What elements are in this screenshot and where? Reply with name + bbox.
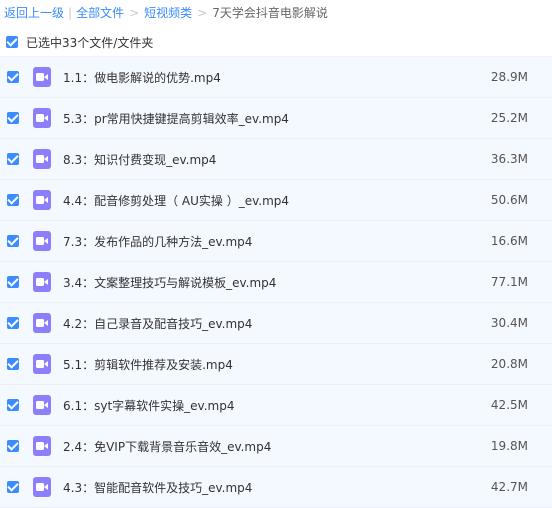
file-row[interactable]: 8.3：知识付费变现_ev.mp4 36.3M <box>0 139 552 180</box>
file-name[interactable]: 6.1：syt字幕软件实操_ev.mp4 <box>63 397 234 414</box>
selection-count-label: 已选中33个文件/文件夹 <box>26 35 154 50</box>
video-file-icon <box>33 231 51 251</box>
file-size: 16.6M <box>490 234 528 248</box>
file-row[interactable]: 5.3：pr常用快捷键提高剪辑效率_ev.mp4 25.2M <box>0 98 552 139</box>
file-size: 36.3M <box>490 152 528 166</box>
video-file-icon <box>33 354 51 374</box>
file-size: 42.7M <box>490 480 528 494</box>
file-size: 30.4M <box>490 316 528 330</box>
file-size: 25.2M <box>490 111 528 125</box>
file-size: 20.8M <box>490 357 528 371</box>
file-name[interactable]: 5.1：剪辑软件推荐及安装.mp4 <box>63 356 233 373</box>
file-name[interactable]: 2.4：免VIP下载背景音乐音效_ev.mp4 <box>63 438 271 455</box>
file-name[interactable]: 3.4：文案整理技巧与解说模板_ev.mp4 <box>63 274 276 291</box>
file-size: 19.8M <box>490 439 528 453</box>
file-size: 50.6M <box>490 193 528 207</box>
file-checkbox[interactable] <box>7 276 19 288</box>
file-row[interactable]: 4.3：智能配音软件及技巧_ev.mp4 42.7M <box>0 467 552 508</box>
file-checkbox[interactable] <box>7 235 19 247</box>
file-name[interactable]: 4.3：智能配音软件及技巧_ev.mp4 <box>63 479 252 496</box>
breadcrumb-current: 7天学会抖音电影解说 <box>212 6 328 20</box>
breadcrumb-divider: | <box>68 6 73 20</box>
file-row[interactable]: 4.2：自己录音及配音技巧_ev.mp4 30.4M <box>0 303 552 344</box>
file-size: 77.1M <box>490 275 528 289</box>
file-name[interactable]: 4.4：配音修剪处理（ AU实操 ）_ev.mp4 <box>63 192 289 209</box>
file-row[interactable]: 3.4：文案整理技巧与解说模板_ev.mp4 77.1M <box>0 262 552 303</box>
file-checkbox[interactable] <box>7 481 19 493</box>
file-list: 1.1：做电影解说的优势.mp4 28.9M 5.3：pr常用快捷键提高剪辑效率_e… <box>0 56 552 508</box>
file-name[interactable]: 4.2：自己录音及配音技巧_ev.mp4 <box>63 315 252 332</box>
file-name[interactable]: 1.1：做电影解说的优势.mp4 <box>63 69 221 86</box>
file-size: 42.5M <box>490 398 528 412</box>
file-row[interactable]: 4.4：配音修剪处理（ AU实操 ）_ev.mp4 50.6M <box>0 180 552 221</box>
file-checkbox[interactable] <box>7 317 19 329</box>
file-row[interactable]: 5.1：剪辑软件推荐及安装.mp4 20.8M <box>0 344 552 385</box>
file-name[interactable]: 5.3：pr常用快捷键提高剪辑效率_ev.mp4 <box>63 110 289 127</box>
file-row[interactable]: 2.4：免VIP下载背景音乐音效_ev.mp4 19.8M <box>0 426 552 467</box>
file-checkbox[interactable] <box>7 71 19 83</box>
video-file-icon <box>33 67 51 87</box>
file-row[interactable]: 1.1：做电影解说的优势.mp4 28.9M <box>0 57 552 98</box>
file-name[interactable]: 7.3：发布作品的几种方法_ev.mp4 <box>63 233 252 250</box>
file-checkbox[interactable] <box>7 399 19 411</box>
video-file-icon <box>33 436 51 456</box>
video-file-icon <box>33 395 51 415</box>
video-file-icon <box>33 313 51 333</box>
video-file-icon <box>33 149 51 169</box>
video-file-icon <box>33 272 51 292</box>
video-file-icon <box>33 108 51 128</box>
breadcrumb-separator: > <box>197 6 208 20</box>
file-size: 28.9M <box>490 70 528 84</box>
file-checkbox[interactable] <box>7 194 19 206</box>
breadcrumb-separator: > <box>129 6 140 20</box>
file-checkbox[interactable] <box>7 440 19 452</box>
file-row[interactable]: 6.1：syt字幕软件实操_ev.mp4 42.5M <box>0 385 552 426</box>
file-row[interactable]: 7.3：发布作品的几种方法_ev.mp4 16.6M <box>0 221 552 262</box>
file-name[interactable]: 8.3：知识付费变现_ev.mp4 <box>63 151 216 168</box>
breadcrumb: 返回上一级 | 全部文件 > 短视频类 >7天学会抖音电影解说 <box>4 0 328 28</box>
selection-bar: 已选中33个文件/文件夹 <box>0 28 552 56</box>
video-file-icon <box>33 190 51 210</box>
file-checkbox[interactable] <box>7 153 19 165</box>
breadcrumb-all-files[interactable]: 全部文件 <box>76 6 124 20</box>
video-file-icon <box>33 477 51 497</box>
file-checkbox[interactable] <box>7 112 19 124</box>
back-link[interactable]: 返回上一级 <box>4 6 64 20</box>
breadcrumb-short-video[interactable]: 短视频类 <box>144 6 192 20</box>
file-checkbox[interactable] <box>7 358 19 370</box>
select-all-checkbox[interactable] <box>6 36 18 48</box>
